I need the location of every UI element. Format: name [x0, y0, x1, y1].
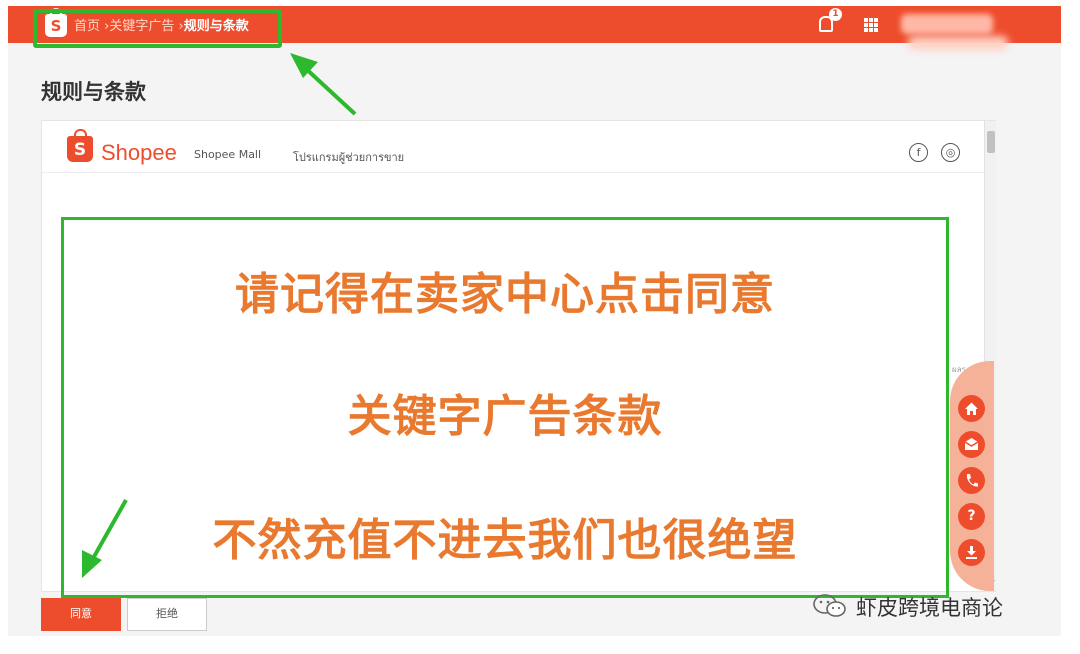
- arrow-to-agree-icon: [82, 499, 128, 578]
- watermark-text: 虾皮跨境电商论: [856, 596, 1003, 620]
- wechat-icon: [813, 594, 846, 617]
- annotation-arrows: [82, 53, 357, 578]
- arrow-to-breadcrumb-icon: [290, 53, 357, 116]
